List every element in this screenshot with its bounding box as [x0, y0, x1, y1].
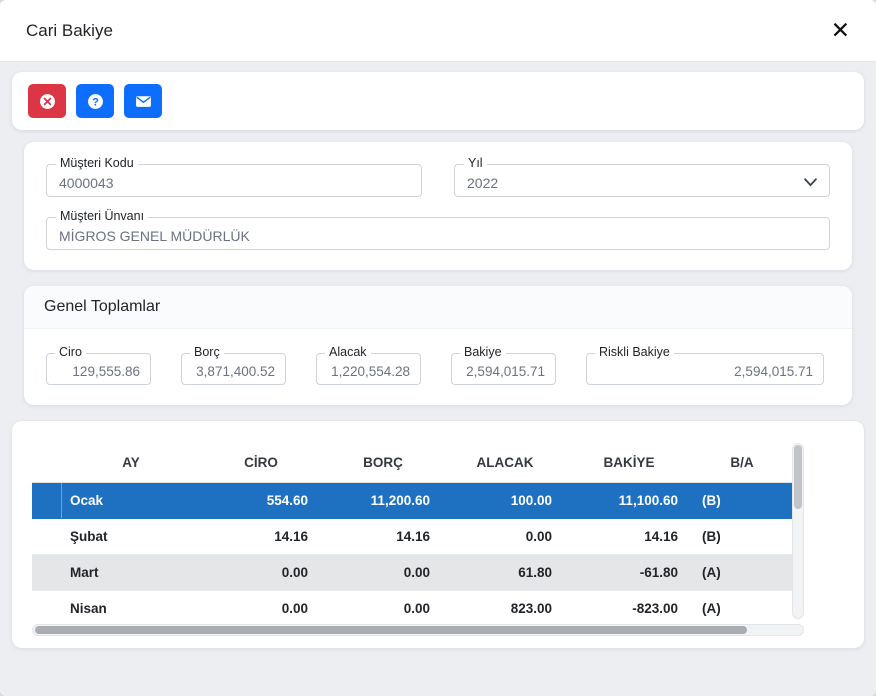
monthly-balance-card: AY CİRO BORÇ ALACAK BAKİYE B/A Ocak 554.…: [12, 421, 864, 648]
musteri-unvani-field-wrapper: Müşteri Ünvanı: [46, 209, 830, 250]
cell-bakiye: 11,100.60: [618, 493, 678, 508]
modal-header: Cari Bakiye ✕: [0, 0, 876, 62]
riskli-bakiye-label: Riskli Bakiye: [595, 345, 674, 359]
cell-bakiye: 14.16: [644, 529, 678, 544]
mail-button[interactable]: [124, 84, 162, 118]
cell-alacak: 823.00: [510, 601, 552, 616]
cell-borc: 0.00: [403, 601, 430, 616]
cell-ciro: 554.60: [266, 493, 308, 508]
bakiye-label: Bakiye: [460, 345, 506, 359]
borc-field-wrapper: Borç: [181, 345, 286, 385]
svg-text:?: ?: [92, 96, 99, 108]
header-bakiye: BAKİYE: [603, 455, 655, 470]
header-ay: AY: [122, 455, 140, 470]
modal-body: ? Müşteri Kodu Yıl 2022: [0, 62, 876, 648]
cancel-button[interactable]: [28, 84, 66, 118]
header-ba: B/A: [730, 455, 754, 470]
envelope-icon: [135, 95, 151, 107]
ciro-field-wrapper: Ciro: [46, 345, 151, 385]
close-icon[interactable]: ✕: [831, 19, 850, 42]
cell-alacak: 0.00: [525, 529, 552, 544]
row-select-cell: [32, 591, 62, 619]
table-header-row: AY CİRO BORÇ ALACAK BAKİYE B/A: [32, 443, 792, 483]
alacak-field-wrapper: Alacak: [316, 345, 421, 385]
vertical-scrollbar-thumb[interactable]: [794, 445, 802, 509]
help-button[interactable]: ?: [76, 84, 114, 118]
table-row-ocak[interactable]: Ocak 554.60 11,200.60 100.00 11,100.60 (…: [32, 483, 792, 519]
cell-ay: Nisan: [70, 601, 107, 616]
customer-form: Müşteri Kodu Yıl 2022 Müşteri Ünvanı: [24, 142, 852, 270]
cell-ay: Şubat: [70, 529, 108, 544]
x-circle-icon: [39, 93, 55, 109]
cell-alacak: 100.00: [510, 493, 552, 508]
row-select-cell: [32, 519, 62, 554]
borc-label: Borç: [190, 345, 224, 359]
cell-borc: 0.00: [403, 565, 430, 580]
yil-label: Yıl: [464, 156, 487, 170]
totals-body: Ciro Borç Alacak Bakiye Riskli Bakiye: [24, 329, 852, 405]
cell-bakiye: -823.00: [632, 601, 678, 616]
cell-ba: (A): [702, 601, 721, 616]
musteri-kodu-label: Müşteri Kodu: [56, 156, 138, 170]
cell-alacak: 61.80: [518, 565, 552, 580]
ciro-label: Ciro: [55, 345, 86, 359]
header-ciro: CİRO: [244, 455, 278, 470]
table-row-nisan[interactable]: Nisan 0.00 0.00 823.00 -823.00 (A): [32, 591, 792, 619]
musteri-unvani-label: Müşteri Ünvanı: [56, 209, 149, 223]
cell-ay: Ocak: [70, 493, 104, 508]
question-circle-icon: ?: [87, 93, 103, 109]
yil-select[interactable]: 2022: [454, 164, 830, 197]
bakiye-field-wrapper: Bakiye: [451, 345, 556, 385]
cari-bakiye-modal: Cari Bakiye ✕ ? Müşteri Kodu 4000043 Yıl…: [0, 0, 876, 696]
row-select-cell: [32, 555, 62, 590]
header-alacak: ALACAK: [476, 455, 534, 470]
cell-ciro: 0.00: [281, 565, 308, 580]
header-borc: BORÇ: [363, 455, 403, 470]
musteri-unvani-input[interactable]: [46, 217, 830, 250]
totals-title: Genel Toplamlar: [24, 286, 852, 329]
cell-borc: 11,200.60: [370, 493, 430, 508]
cell-ba: (A): [702, 565, 721, 580]
page-title: Cari Bakiye: [26, 20, 113, 40]
table-row-subat[interactable]: Şubat 14.16 14.16 0.00 14.16 (B): [32, 519, 792, 555]
horizontal-scrollbar-thumb[interactable]: [35, 626, 747, 634]
row-select-cell: [32, 483, 62, 518]
table-area: AY CİRO BORÇ ALACAK BAKİYE B/A Ocak 554.…: [32, 443, 804, 619]
cell-ay: Mart: [70, 565, 99, 580]
monthly-balance-table: AY CİRO BORÇ ALACAK BAKİYE B/A Ocak 554.…: [32, 443, 792, 619]
riskli-bakiye-field-wrapper: Riskli Bakiye: [586, 345, 824, 385]
alacak-label: Alacak: [325, 345, 371, 359]
cell-bakiye: -61.80: [639, 565, 678, 580]
horizontal-scrollbar[interactable]: [32, 624, 804, 636]
musteri-kodu-field-wrapper: Müşteri Kodu: [46, 156, 422, 197]
cell-ba: (B): [702, 529, 721, 544]
yil-field-wrapper: Yıl 2022: [454, 156, 830, 197]
toolbar: ?: [12, 72, 864, 130]
cell-borc: 14.16: [396, 529, 430, 544]
cell-ciro: 14.16: [274, 529, 308, 544]
yil-selected-value: 2022: [467, 174, 499, 191]
totals-card: Genel Toplamlar Ciro Borç Alacak Bakiye: [24, 286, 852, 405]
cell-ciro: 0.00: [281, 601, 308, 616]
table-row-mart[interactable]: Mart 0.00 0.00 61.80 -61.80 (A): [32, 555, 792, 591]
chevron-down-icon: [804, 178, 817, 187]
vertical-scrollbar[interactable]: [792, 443, 804, 619]
cell-ba: (B): [702, 493, 721, 508]
header-spacer-cell: [32, 443, 62, 482]
